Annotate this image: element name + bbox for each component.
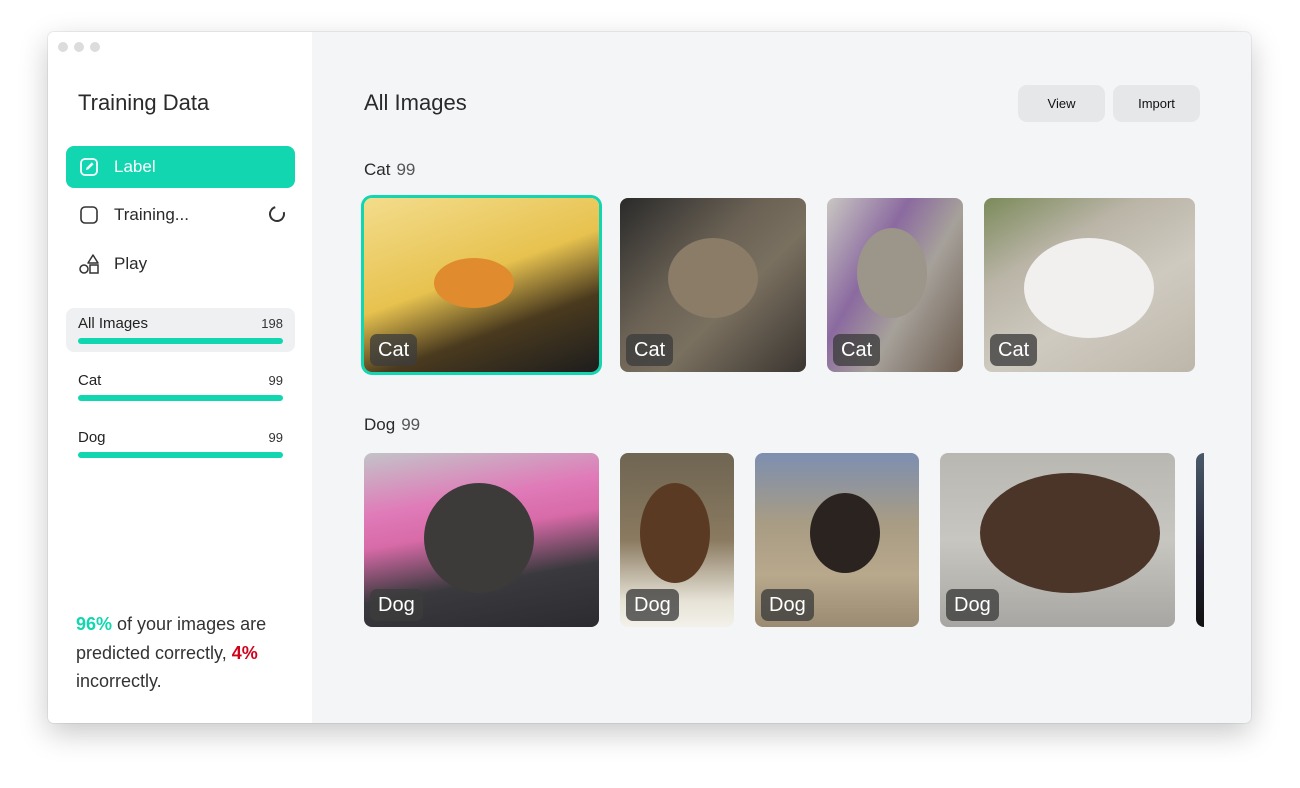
nav-item-label[interactable]: Label <box>66 146 295 188</box>
category-name: Cat <box>78 372 102 389</box>
section-count: 99 <box>396 160 416 179</box>
image-content <box>810 493 880 573</box>
thumbnail-label: Dog <box>946 589 999 621</box>
square-icon <box>78 204 100 226</box>
image-content <box>980 473 1160 593</box>
image-content <box>668 238 758 318</box>
image-thumbnail[interactable]: Dog <box>755 453 919 627</box>
window-controls <box>58 42 100 52</box>
image-thumbnail[interactable]: Cat <box>827 198 963 372</box>
image-content <box>1024 238 1154 338</box>
thumbnail-label: Cat <box>370 334 418 366</box>
category-bar <box>78 338 283 344</box>
app-window: Training Data Label Training... Play All… <box>48 32 1251 723</box>
sidebar: Training Data Label Training... Play All… <box>48 32 312 723</box>
section-count: 99 <box>401 415 421 434</box>
category-bar <box>78 452 283 458</box>
thumbnail-label: Cat <box>626 334 674 366</box>
section-name: Cat <box>364 160 391 179</box>
image-thumbnail[interactable]: Cat <box>364 198 599 372</box>
nav-item-training-text: Training... <box>114 205 189 224</box>
category-filter-cat[interactable]: Cat 99 <box>66 365 295 409</box>
close-dot[interactable] <box>58 42 68 52</box>
import-button[interactable]: Import <box>1113 85 1200 122</box>
category-count: 99 <box>268 373 283 388</box>
nav-item-label-text: Label <box>114 157 156 176</box>
image-thumbnail[interactable]: Dog <box>364 453 599 627</box>
image-content <box>857 228 927 318</box>
thumbnail-label: Dog <box>370 589 423 621</box>
main-content: All Images View Import Cat 99 Cat Cat Cat… <box>312 32 1251 723</box>
incorrect-text: incorrectly. <box>76 671 162 691</box>
nav-item-training[interactable]: Training... <box>66 194 295 236</box>
image-content <box>424 483 534 593</box>
edit-icon <box>78 156 100 178</box>
category-count: 99 <box>268 430 283 445</box>
minimize-dot[interactable] <box>74 42 84 52</box>
page-title: All Images <box>364 90 467 115</box>
image-content <box>640 483 710 583</box>
correct-percentage: 96% <box>76 614 113 634</box>
sidebar-title: Training Data <box>78 90 210 115</box>
image-thumbnail[interactable]: Cat <box>620 198 806 372</box>
image-thumbnail[interactable]: Dog <box>620 453 734 627</box>
image-content <box>434 258 514 308</box>
maximize-dot[interactable] <box>90 42 100 52</box>
category-name: All Images <box>78 315 149 332</box>
category-count: 198 <box>261 316 283 331</box>
nav-item-play[interactable]: Play <box>66 243 295 285</box>
incorrect-percentage: 4% <box>231 642 258 663</box>
thumbnail-label: Cat <box>833 334 881 366</box>
section-header-dog: Dog 99 <box>364 415 420 435</box>
nav-item-play-text: Play <box>114 254 148 273</box>
thumbnail-label: Cat <box>990 334 1038 366</box>
category-filter-all[interactable]: All Images 198 <box>66 308 295 352</box>
shapes-icon <box>78 253 100 275</box>
section-header-cat: Cat 99 <box>364 160 415 180</box>
thumbnail-label: Dog <box>626 589 679 621</box>
category-bar <box>78 395 283 401</box>
section-name: Dog <box>364 415 396 434</box>
loading-spinner-icon <box>266 203 288 225</box>
accuracy-summary: 96% of your images are predicted correct… <box>76 610 296 696</box>
thumbnail-label: Dog <box>761 589 814 621</box>
image-thumbnail[interactable]: Dog <box>940 453 1175 627</box>
image-thumbnail[interactable]: Cat <box>984 198 1195 372</box>
view-button[interactable]: View <box>1018 85 1105 122</box>
category-name: Dog <box>78 429 106 446</box>
image-thumbnail-partial[interactable] <box>1196 453 1204 627</box>
category-filter-dog[interactable]: Dog 99 <box>66 422 295 466</box>
